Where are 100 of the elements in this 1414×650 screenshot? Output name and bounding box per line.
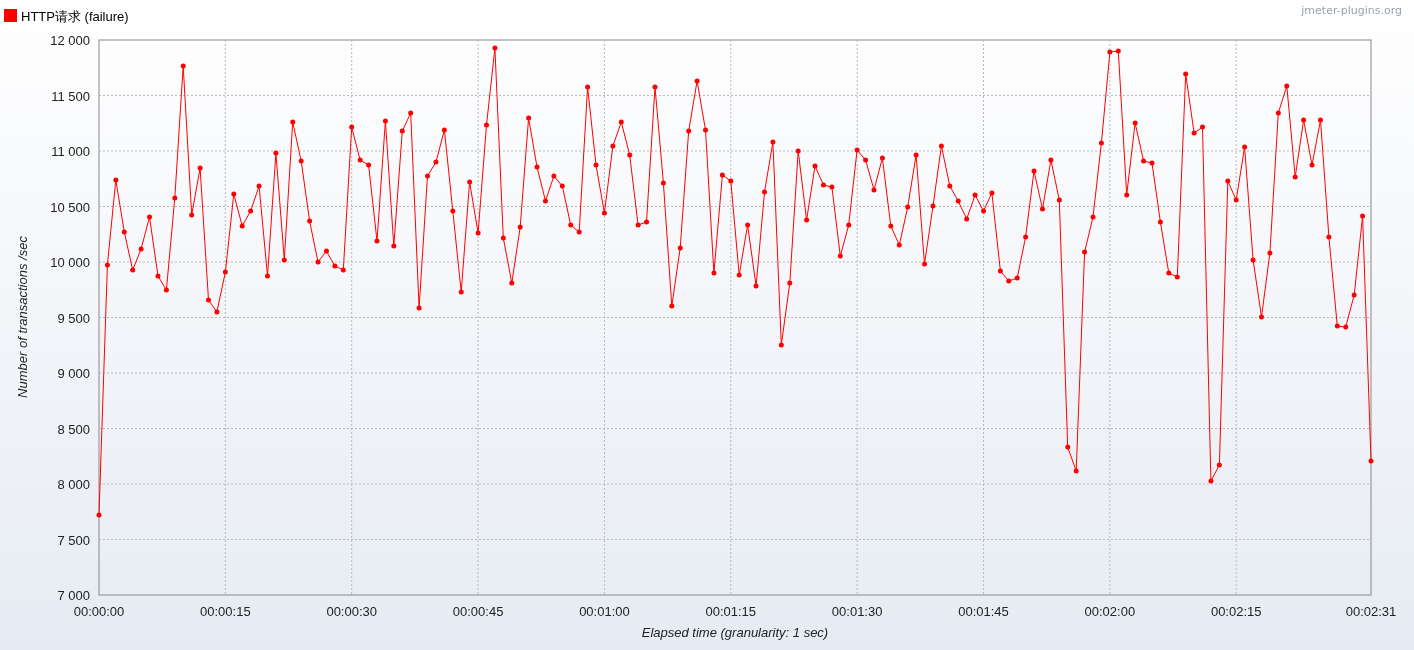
x-tick-label: 00:02:15 — [1210, 604, 1262, 619]
data-point — [1098, 140, 1104, 146]
y-tick-label: 8 000 — [57, 477, 90, 492]
data-point — [1334, 323, 1340, 329]
y-axis-title: Number of transactions /sec — [15, 236, 30, 398]
data-point — [1014, 275, 1020, 281]
data-point — [585, 84, 591, 90]
data-point — [475, 230, 481, 236]
data-point — [231, 191, 237, 197]
data-point — [416, 305, 422, 311]
data-point — [408, 110, 414, 116]
data-point — [804, 217, 810, 223]
data-point — [113, 177, 119, 183]
data-point — [905, 204, 911, 210]
data-point — [425, 173, 431, 179]
data-point — [846, 222, 852, 228]
data-point — [1284, 83, 1290, 89]
data-point — [1242, 144, 1248, 150]
data-point — [273, 150, 279, 156]
data-point — [222, 269, 228, 275]
data-point — [307, 218, 313, 224]
data-point — [155, 273, 161, 279]
y-tick-label: 9 500 — [57, 310, 90, 326]
data-point — [391, 243, 397, 249]
data-point — [787, 280, 793, 286]
data-point — [1031, 168, 1037, 174]
data-point — [500, 235, 506, 241]
data-point — [96, 512, 102, 518]
data-point — [863, 157, 869, 163]
data-point — [1174, 274, 1180, 280]
data-point — [997, 268, 1003, 274]
data-point — [559, 183, 565, 189]
data-point — [635, 222, 641, 228]
data-point — [618, 119, 624, 125]
data-point — [1368, 458, 1374, 464]
x-tick-label: 00:02:31 — [1345, 604, 1397, 619]
data-point — [745, 222, 751, 228]
data-point — [467, 179, 473, 185]
data-point — [955, 198, 961, 204]
data-point — [551, 173, 557, 179]
data-point — [652, 84, 658, 90]
data-point — [1343, 324, 1349, 330]
data-point — [534, 164, 540, 170]
data-point — [526, 115, 532, 121]
data-point — [694, 78, 700, 84]
x-tick-label: 00:01:45 — [958, 604, 1009, 619]
data-point — [1149, 160, 1155, 166]
data-point — [458, 289, 464, 295]
data-point — [214, 309, 220, 315]
y-tick-label: 7 500 — [57, 532, 90, 548]
data-point — [281, 257, 287, 263]
data-point — [753, 283, 759, 289]
data-point — [1023, 234, 1029, 240]
legend-label: HTTP请求 (failure) — [21, 9, 129, 24]
data-point — [896, 242, 902, 248]
data-point — [1006, 278, 1012, 284]
data-point — [1073, 468, 1079, 474]
data-point — [441, 127, 447, 133]
y-tick-label: 10 000 — [50, 255, 90, 270]
data-point — [778, 342, 784, 348]
x-axis-title: Elapsed time (granularity: 1 sec) — [641, 625, 829, 640]
data-point — [1292, 174, 1298, 180]
data-point — [450, 208, 456, 214]
data-point — [121, 229, 127, 235]
data-point — [399, 128, 405, 134]
data-point — [1225, 178, 1231, 184]
data-point — [1056, 197, 1062, 203]
data-point — [938, 143, 944, 149]
data-point — [576, 229, 582, 235]
data-point — [1082, 249, 1088, 255]
data-point — [913, 152, 919, 158]
data-point — [879, 155, 885, 161]
data-point — [147, 214, 153, 220]
data-point — [610, 143, 616, 149]
data-point — [340, 267, 346, 273]
data-point — [888, 223, 894, 229]
data-point — [172, 195, 178, 201]
data-point — [736, 272, 742, 278]
data-point — [871, 187, 877, 193]
data-point — [1166, 270, 1172, 276]
data-point — [298, 158, 304, 164]
data-point — [820, 182, 826, 188]
data-point — [1124, 192, 1130, 198]
data-point — [669, 303, 675, 309]
data-point — [660, 180, 666, 186]
data-point — [719, 172, 725, 178]
credit-text: jmeter-plugins.org — [1301, 4, 1402, 17]
data-point — [1141, 158, 1147, 164]
data-point — [492, 45, 498, 51]
data-point — [686, 128, 692, 134]
data-point — [711, 270, 717, 276]
data-point — [509, 280, 515, 286]
data-point — [677, 245, 683, 251]
data-point — [1065, 444, 1071, 450]
data-point — [366, 162, 372, 168]
data-point — [1191, 130, 1197, 136]
data-point — [728, 178, 734, 184]
data-point — [981, 208, 986, 214]
x-tick-label: 00:00:30 — [326, 604, 377, 619]
x-tick-label: 00:01:15 — [705, 604, 757, 619]
